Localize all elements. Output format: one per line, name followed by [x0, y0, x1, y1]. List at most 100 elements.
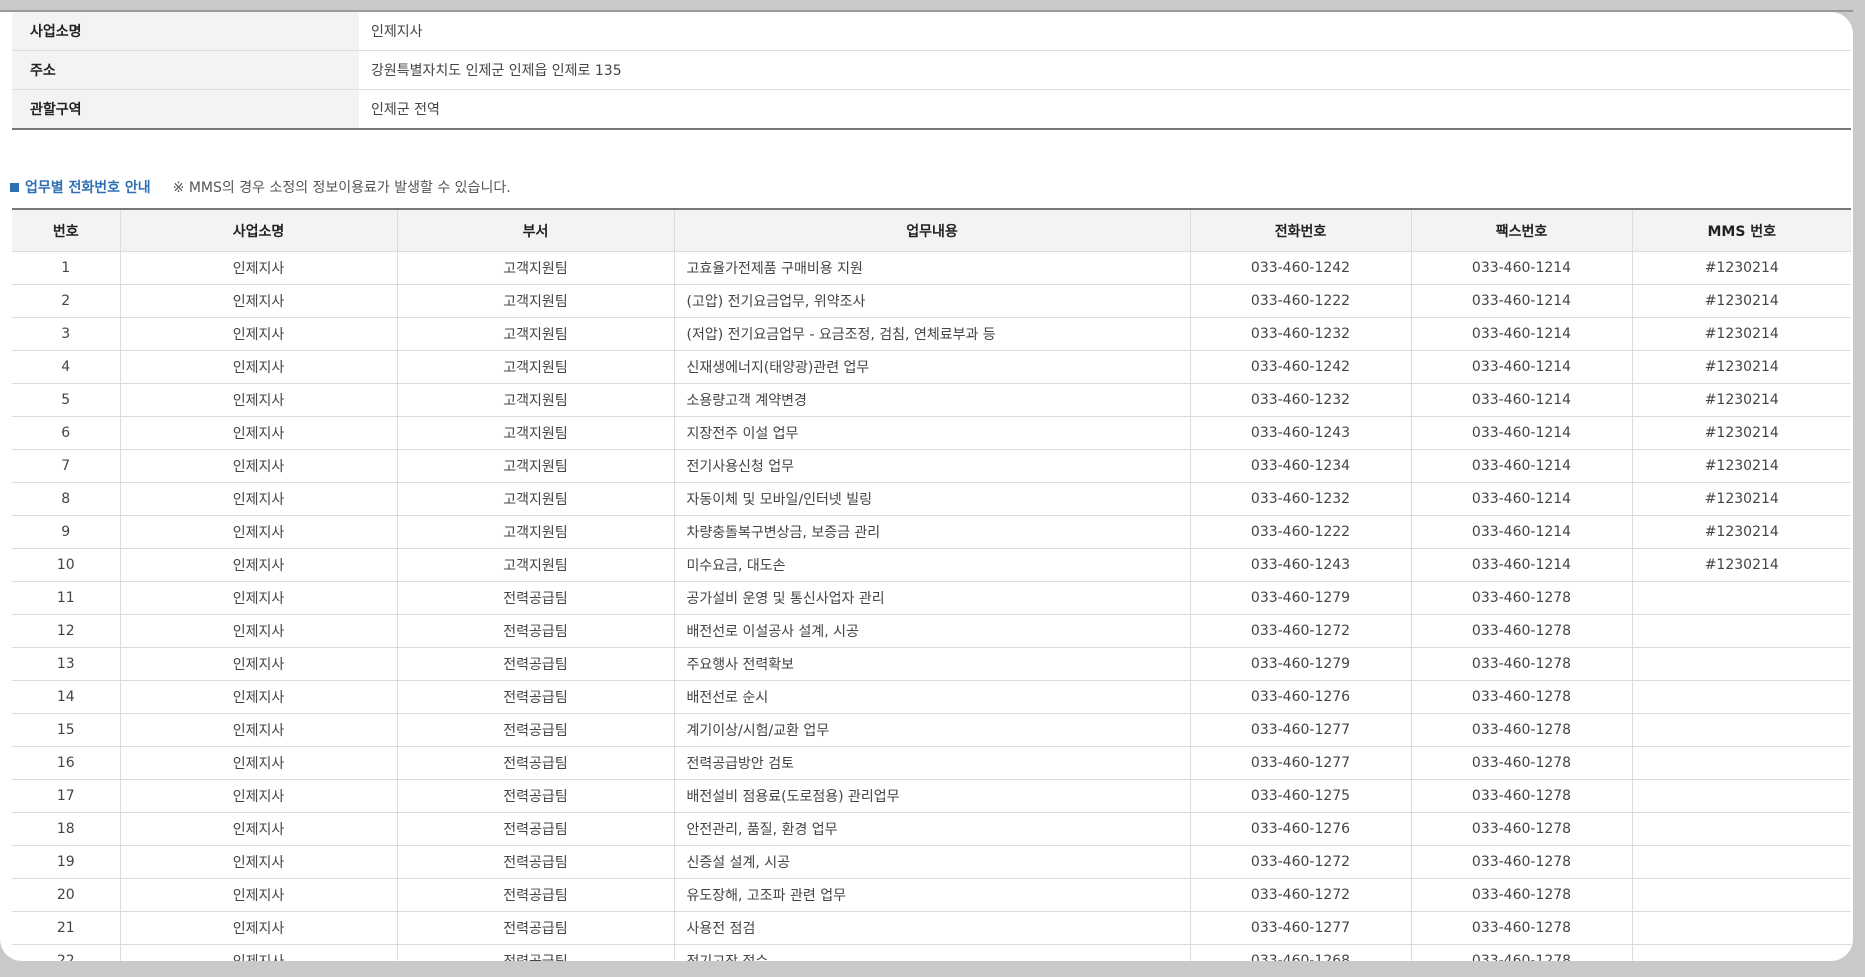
row-department: 고객지원팀 [396, 416, 674, 450]
row-department: 전력공급팀 [396, 878, 674, 912]
table-row: 7 인제지사 고객지원팀 전기사용신청 업무 033-460-1234 033-460-1… [12, 449, 1851, 483]
row-number: 7 [12, 449, 120, 483]
table-row: 21 인제지사 전력공급팀 사용전 점검 033-460-1277 033-460-127… [12, 911, 1851, 945]
section-title: 업무별 전화번호 안내 [25, 180, 151, 196]
row-department: 전력공급팀 [396, 944, 674, 961]
table-row: 12 인제지사 전력공급팀 배전선로 이설공사 설계, 시공 033-460-1272 0… [12, 614, 1851, 648]
row-mms: #1230214 [1631, 482, 1851, 516]
table-row: 9 인제지사 고객지원팀 차량충돌복구변상금, 보증금 관리 033-460-1222 0… [12, 515, 1851, 549]
row-task: 계기이상/시험/교환 업무 [673, 713, 1190, 747]
row-phone: 033-460-1242 [1189, 350, 1411, 384]
row-phone: 033-460-1232 [1189, 383, 1411, 417]
info-row-address: 주소 강원특별자치도 인제군 인제읍 인제로 135 [12, 50, 1851, 90]
row-task: 미수요금, 대도손 [673, 548, 1190, 582]
row-fax: 033-460-1214 [1410, 515, 1632, 549]
row-number: 2 [12, 284, 120, 318]
col-header-mms: MMS 번호 [1631, 208, 1851, 252]
table-row: 2 인제지사 고객지원팀 (고압) 전기요금업무, 위약조사 033-460-1222 0… [12, 284, 1851, 318]
row-department: 고객지원팀 [396, 548, 674, 582]
table-row: 10 인제지사 고객지원팀 미수요금, 대도손 033-460-1243 033-460-… [12, 548, 1851, 582]
row-fax: 033-460-1278 [1410, 911, 1632, 945]
row-phone: 033-460-1234 [1189, 449, 1411, 483]
row-number: 12 [12, 614, 120, 648]
row-phone: 033-460-1277 [1189, 746, 1411, 780]
row-mms [1631, 713, 1851, 747]
row-office: 인제지사 [119, 449, 397, 483]
row-department: 고객지원팀 [396, 482, 674, 516]
table-row: 8 인제지사 고객지원팀 자동이체 및 모바일/인터넷 빌링 033-460-1232 0… [12, 482, 1851, 516]
row-number: 17 [12, 779, 120, 813]
table-row: 20 인제지사 전력공급팀 유도장해, 고조파 관련 업무 033-460-1272 03… [12, 878, 1851, 912]
row-mms: #1230214 [1631, 317, 1851, 351]
row-mms: #1230214 [1631, 416, 1851, 450]
table-row: 14 인제지사 전력공급팀 배전선로 순시 033-460-1276 033-460-12… [12, 680, 1851, 714]
row-mms: #1230214 [1631, 284, 1851, 318]
content-card: 사업소명 인제지사 주소 강원특별자치도 인제군 인제읍 인제로 135 관할구… [0, 12, 1853, 961]
row-fax: 033-460-1214 [1410, 350, 1632, 384]
row-department: 고객지원팀 [396, 515, 674, 549]
row-phone: 033-460-1272 [1189, 878, 1411, 912]
row-department: 전력공급팀 [396, 581, 674, 615]
row-office: 인제지사 [119, 383, 397, 417]
row-fax: 033-460-1214 [1410, 284, 1632, 318]
row-task: (저압) 전기요금업무 - 요금조정, 검침, 연체료부과 등 [673, 317, 1190, 351]
row-department: 전력공급팀 [396, 647, 674, 681]
table-row: 11 인제지사 전력공급팀 공가설비 운영 및 통신사업자 관리 033-460-127… [12, 581, 1851, 615]
row-number: 6 [12, 416, 120, 450]
row-office: 인제지사 [119, 251, 397, 285]
row-office: 인제지사 [119, 350, 397, 384]
row-phone: 033-460-1272 [1189, 845, 1411, 879]
col-header-department: 부서 [396, 208, 674, 252]
row-fax: 033-460-1214 [1410, 317, 1632, 351]
row-mms: #1230214 [1631, 251, 1851, 285]
row-task: 배전설비 점용료(도로점용) 관리업무 [673, 779, 1190, 813]
row-phone: 033-460-1279 [1189, 581, 1411, 615]
col-header-task: 업무내용 [673, 208, 1190, 252]
row-office: 인제지사 [119, 647, 397, 681]
row-office: 인제지사 [119, 581, 397, 615]
row-department: 전력공급팀 [396, 845, 674, 879]
row-department: 고객지원팀 [396, 449, 674, 483]
row-fax: 033-460-1278 [1410, 713, 1632, 747]
row-number: 16 [12, 746, 120, 780]
row-number: 11 [12, 581, 120, 615]
row-number: 8 [12, 482, 120, 516]
col-header-number: 번호 [12, 208, 120, 252]
row-fax: 033-460-1278 [1410, 845, 1632, 879]
table-row: 4 인제지사 고객지원팀 신재생에너지(태양광)관련 업무 033-460-1242 03… [12, 350, 1851, 384]
row-office: 인제지사 [119, 812, 397, 846]
row-office: 인제지사 [119, 680, 397, 714]
row-task: 고효율가전제품 구매비용 지원 [673, 251, 1190, 285]
info-label: 주소 [12, 50, 359, 90]
row-mms [1631, 647, 1851, 681]
row-phone: 033-460-1275 [1189, 779, 1411, 813]
row-office: 인제지사 [119, 878, 397, 912]
section-header: 업무별 전화번호 안내 ※ MMS의 경우 소정의 정보이용료가 발생할 수 있… [10, 177, 511, 197]
row-phone: 033-460-1268 [1189, 944, 1411, 961]
row-department: 전력공급팀 [396, 713, 674, 747]
row-task: 주요행사 전력확보 [673, 647, 1190, 681]
row-number: 1 [12, 251, 120, 285]
row-office: 인제지사 [119, 482, 397, 516]
row-fax: 033-460-1278 [1410, 680, 1632, 714]
section-note: ※ MMS의 경우 소정의 정보이용료가 발생할 수 있습니다. [172, 180, 511, 196]
office-info-table: 사업소명 인제지사 주소 강원특별자치도 인제군 인제읍 인제로 135 관할구… [12, 12, 1851, 130]
row-department: 고객지원팀 [396, 383, 674, 417]
row-mms [1631, 680, 1851, 714]
row-mms: #1230214 [1631, 548, 1851, 582]
row-fax: 033-460-1278 [1410, 779, 1632, 813]
row-number: 10 [12, 548, 120, 582]
row-mms: #1230214 [1631, 449, 1851, 483]
square-bullet-icon [10, 182, 19, 192]
row-task: 소용량고객 계약변경 [673, 383, 1190, 417]
row-fax: 033-460-1214 [1410, 449, 1632, 483]
row-task: 배전선로 순시 [673, 680, 1190, 714]
row-office: 인제지사 [119, 779, 397, 813]
row-task: 차량충돌복구변상금, 보증금 관리 [673, 515, 1190, 549]
phone-directory-table: 번호 사업소명 부서 업무내용 전화번호 팩스번호 MMS 번호 1 인제지사 고객지원팀 고효율… [12, 208, 1851, 961]
row-mms [1631, 944, 1851, 961]
table-row: 19 인제지사 전력공급팀 신증설 설계, 시공 033-460-1272 033-460… [12, 845, 1851, 879]
info-label: 관할구역 [12, 89, 359, 130]
row-office: 인제지사 [119, 944, 397, 961]
row-fax: 033-460-1214 [1410, 482, 1632, 516]
